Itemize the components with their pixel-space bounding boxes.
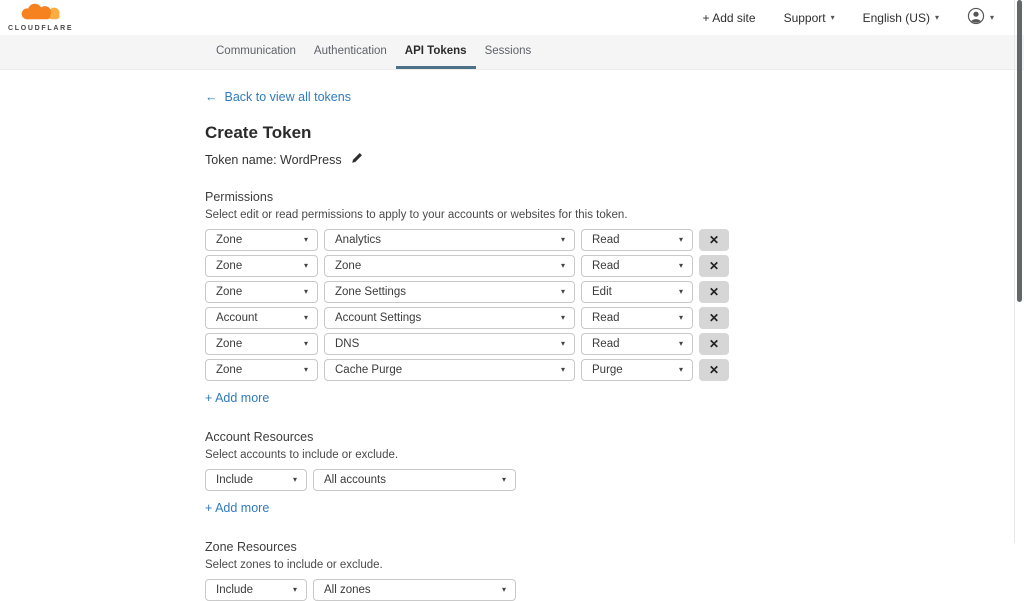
permission-access-select[interactable]: Read▾ xyxy=(581,229,693,251)
permission-access-select[interactable]: Edit▾ xyxy=(581,281,693,303)
chevron-down-icon: ▾ xyxy=(679,236,683,244)
permission-scope-select[interactable]: Account▾ xyxy=(205,307,318,329)
chevron-down-icon: ▾ xyxy=(679,340,683,348)
remove-permission-button[interactable]: ✕ xyxy=(699,255,729,277)
permission-access-select[interactable]: Read▾ xyxy=(581,307,693,329)
permissions-section-description: Select edit or read permissions to apply… xyxy=(205,209,1024,221)
tab-authentication[interactable]: Authentication xyxy=(305,36,396,69)
chevron-down-icon: ▾ xyxy=(561,262,565,270)
create-token-page: ← Back to view all tokens Create Token T… xyxy=(0,70,1024,601)
close-icon: ✕ xyxy=(709,311,719,325)
zone-resources-section-title: Zone Resources xyxy=(205,540,1024,554)
cloudflare-wordmark: CLOUDFLARE xyxy=(8,25,73,32)
remove-permission-button[interactable]: ✕ xyxy=(699,359,729,381)
permission-scope-select[interactable]: Zone▾ xyxy=(205,333,318,355)
chevron-down-icon: ▾ xyxy=(304,288,308,296)
permission-access-select[interactable]: Read▾ xyxy=(581,255,693,277)
zone-value-select[interactable]: All zones▾ xyxy=(313,579,516,601)
remove-permission-button[interactable]: ✕ xyxy=(699,333,729,355)
close-icon: ✕ xyxy=(709,337,719,351)
chevron-down-icon: ▾ xyxy=(502,586,506,594)
close-icon: ✕ xyxy=(709,259,719,273)
add-site-button[interactable]: + Add site xyxy=(703,11,756,25)
zone-include-select[interactable]: Include▾ xyxy=(205,579,307,601)
permissions-section-title: Permissions xyxy=(205,190,1024,204)
permission-resource-select[interactable]: Account Settings▾ xyxy=(324,307,575,329)
token-name-label: Token name: WordPress xyxy=(205,153,342,167)
chevron-down-icon: ▾ xyxy=(502,476,506,484)
zone-resource-row: Include▾ All zones▾ xyxy=(205,579,1024,601)
chevron-down-icon: ▾ xyxy=(935,14,939,22)
permissions-add-more-link[interactable]: + Add more xyxy=(205,391,269,405)
profile-tabbar: Communication Authentication API Tokens … xyxy=(0,35,1024,70)
cloudflare-cloud-icon xyxy=(15,3,67,24)
chevron-down-icon: ▾ xyxy=(304,366,308,374)
account-menu[interactable]: ▾ xyxy=(967,7,994,28)
scrollbar-track[interactable] xyxy=(1014,0,1024,543)
permission-resource-select[interactable]: Zone▾ xyxy=(324,255,575,277)
top-header: CLOUDFLARE + Add site Support ▾ English … xyxy=(0,0,1024,35)
permission-resource-select[interactable]: Cache Purge▾ xyxy=(324,359,575,381)
account-resources-add-more-link[interactable]: + Add more xyxy=(205,501,269,515)
chevron-down-icon: ▾ xyxy=(561,366,565,374)
chevron-down-icon: ▾ xyxy=(679,262,683,270)
remove-permission-button[interactable]: ✕ xyxy=(699,307,729,329)
permission-resource-select[interactable]: DNS▾ xyxy=(324,333,575,355)
page-title: Create Token xyxy=(205,123,1024,143)
close-icon: ✕ xyxy=(709,233,719,247)
account-include-select[interactable]: Include▾ xyxy=(205,469,307,491)
tab-sessions[interactable]: Sessions xyxy=(476,36,541,69)
chevron-down-icon: ▾ xyxy=(679,314,683,322)
chevron-down-icon: ▾ xyxy=(679,288,683,296)
close-icon: ✕ xyxy=(709,285,719,299)
chevron-down-icon: ▾ xyxy=(990,14,994,22)
account-resources-section-title: Account Resources xyxy=(205,430,1024,444)
pencil-icon xyxy=(351,152,363,167)
permission-scope-select[interactable]: Zone▾ xyxy=(205,229,318,251)
chevron-down-icon: ▾ xyxy=(293,476,297,484)
permission-row: Zone▾ Zone Settings▾ Edit▾ ✕ xyxy=(205,281,1024,303)
permission-scope-select[interactable]: Zone▾ xyxy=(205,359,318,381)
permission-row: Zone▾ Zone▾ Read▾ ✕ xyxy=(205,255,1024,277)
chevron-down-icon: ▾ xyxy=(561,288,565,296)
chevron-down-icon: ▾ xyxy=(304,340,308,348)
permission-access-select[interactable]: Purge▾ xyxy=(581,359,693,381)
permission-resource-select[interactable]: Zone Settings▾ xyxy=(324,281,575,303)
account-resources-section-description: Select accounts to include or exclude. xyxy=(205,449,1024,461)
back-arrow-icon: ← xyxy=(205,90,218,104)
support-menu[interactable]: Support ▾ xyxy=(784,11,835,25)
chevron-down-icon: ▾ xyxy=(561,236,565,244)
chevron-down-icon: ▾ xyxy=(304,236,308,244)
user-avatar-icon xyxy=(967,7,985,28)
scrollbar-thumb[interactable] xyxy=(1017,0,1022,302)
tab-api-tokens[interactable]: API Tokens xyxy=(396,36,476,69)
tab-communication[interactable]: Communication xyxy=(207,36,305,69)
remove-permission-button[interactable]: ✕ xyxy=(699,229,729,251)
language-menu[interactable]: English (US) ▾ xyxy=(863,11,939,25)
permission-row: Zone▾ Analytics▾ Read▾ ✕ xyxy=(205,229,1024,251)
permission-row: Zone▾ DNS▾ Read▾ ✕ xyxy=(205,333,1024,355)
edit-token-name-button[interactable] xyxy=(351,152,363,167)
account-resource-row: Include▾ All accounts▾ xyxy=(205,469,1024,491)
permission-scope-select[interactable]: Zone▾ xyxy=(205,281,318,303)
chevron-down-icon: ▾ xyxy=(561,314,565,322)
back-link[interactable]: ← Back to view all tokens xyxy=(205,90,351,104)
permission-access-select[interactable]: Read▾ xyxy=(581,333,693,355)
chevron-down-icon: ▾ xyxy=(293,586,297,594)
cloudflare-logo[interactable]: CLOUDFLARE xyxy=(8,3,73,32)
remove-permission-button[interactable]: ✕ xyxy=(699,281,729,303)
permission-row: Zone▾ Cache Purge▾ Purge▾ ✕ xyxy=(205,359,1024,381)
chevron-down-icon: ▾ xyxy=(831,14,835,22)
chevron-down-icon: ▾ xyxy=(304,262,308,270)
account-value-select[interactable]: All accounts▾ xyxy=(313,469,516,491)
close-icon: ✕ xyxy=(709,363,719,377)
zone-resources-section-description: Select zones to include or exclude. xyxy=(205,559,1024,571)
chevron-down-icon: ▾ xyxy=(561,340,565,348)
permission-scope-select[interactable]: Zone▾ xyxy=(205,255,318,277)
chevron-down-icon: ▾ xyxy=(304,314,308,322)
permission-row: Account▾ Account Settings▾ Read▾ ✕ xyxy=(205,307,1024,329)
chevron-down-icon: ▾ xyxy=(679,366,683,374)
permission-resource-select[interactable]: Analytics▾ xyxy=(324,229,575,251)
